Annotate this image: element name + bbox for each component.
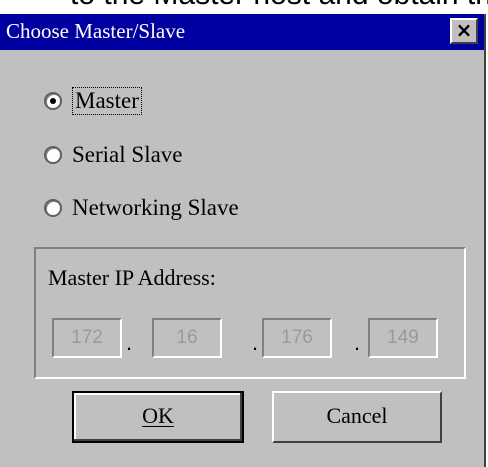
ip-separator: . — [354, 330, 361, 355]
background-document-text: to the Master host and obtain th — [0, 0, 488, 14]
document-text-line: to the Master host and obtain th — [70, 0, 488, 12]
ip-octet-1-field[interactable]: 172 — [52, 318, 122, 358]
ip-octet-4-field[interactable]: 149 — [368, 318, 438, 358]
radio-option-networking-slave[interactable]: Networking Slave — [44, 191, 239, 225]
ip-separator: . — [126, 330, 133, 355]
radio-button-master[interactable] — [44, 92, 62, 110]
cancel-button[interactable]: Cancel — [272, 391, 442, 443]
dialog-title: Choose Master/Slave — [6, 19, 186, 43]
ok-button[interactable]: OK — [72, 391, 244, 443]
ok-button-label: OK — [142, 403, 174, 428]
radio-button-serial-slave[interactable] — [44, 146, 62, 164]
radio-label-master: Master — [72, 87, 142, 115]
radio-option-master[interactable]: Master — [44, 84, 142, 118]
cancel-button-label: Cancel — [326, 403, 388, 428]
close-icon: × — [455, 18, 473, 42]
radio-label-networking-slave: Networking Slave — [72, 195, 239, 220]
radio-option-serial-slave[interactable]: Serial Slave — [44, 138, 183, 172]
close-button[interactable]: × — [450, 18, 478, 44]
radio-label-serial-slave: Serial Slave — [72, 142, 183, 167]
dialog-title-bar[interactable]: Choose Master/Slave × — [0, 14, 484, 50]
radio-button-networking-slave[interactable] — [44, 199, 62, 217]
ip-octet-2-field[interactable]: 16 — [152, 318, 222, 358]
master-ip-label: Master IP Address: — [48, 265, 216, 290]
ip-separator: . — [252, 330, 259, 355]
ip-octet-3-field[interactable]: 176 — [262, 318, 332, 358]
